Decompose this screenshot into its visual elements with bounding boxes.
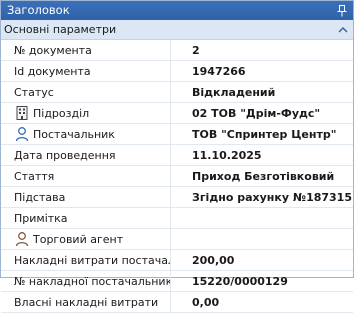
property-label: Накладні витрати постачаль... [1, 250, 171, 270]
property-label: Торговий агент [33, 232, 124, 246]
property-row-note[interactable]: Примітка [1, 208, 353, 229]
property-row-supplier-invoice-number[interactable]: № накладної постачальника 15220/0000129 [1, 271, 353, 292]
property-label: Постачальник [33, 127, 115, 141]
property-label: Дата проведення [1, 145, 171, 165]
property-row-status[interactable]: Статус Відкладений [1, 82, 353, 103]
property-row-article[interactable]: Стаття Приход Безготівковий [1, 166, 353, 187]
property-label: Примітка [1, 208, 171, 228]
property-value[interactable]: 11.10.2025 [171, 145, 353, 165]
property-value[interactable]: 0,00 [171, 292, 353, 312]
panel-titlebar: Заголовок [1, 1, 353, 20]
panel-title: Заголовок [7, 3, 70, 17]
properties-panel: Заголовок Основні параметри № документа … [0, 0, 354, 313]
property-label: Підстава [1, 187, 171, 207]
building-icon [16, 106, 28, 120]
property-value[interactable]: Приход Безготівковий [171, 166, 353, 186]
property-row-doc-id[interactable]: Id документа 1947266 [1, 61, 353, 82]
pin-icon[interactable] [335, 1, 349, 20]
person-icon [15, 127, 29, 142]
property-label: Підрозділ [33, 106, 90, 120]
property-row-sales-agent[interactable]: Торговий агент [1, 229, 353, 250]
property-value[interactable] [171, 229, 353, 249]
person-icon [15, 232, 29, 247]
property-label: Id документа [1, 61, 171, 81]
property-value[interactable]: 2 [171, 40, 353, 60]
property-label: № накладної постачальника [1, 271, 171, 291]
property-row-supplier-overhead[interactable]: Накладні витрати постачаль... 200,00 [1, 250, 353, 271]
property-label-with-icon: Торговий агент [1, 229, 171, 249]
property-value[interactable]: 1947266 [171, 61, 353, 81]
property-label-with-icon: Підрозділ [1, 103, 171, 123]
property-row-department[interactable]: Підрозділ 02 ТОВ "Дрім-Фудс" [1, 103, 353, 124]
property-row-supplier[interactable]: Постачальник ТОВ "Спринтер Центр" [1, 124, 353, 145]
property-row-basis[interactable]: Підстава Згідно рахунку №18731512 [1, 187, 353, 208]
property-value[interactable]: 200,00 [171, 250, 353, 270]
property-value[interactable]: ТОВ "Спринтер Центр" [171, 124, 353, 144]
property-value[interactable]: Відкладений [171, 82, 353, 102]
property-value[interactable]: 02 ТОВ "Дрім-Фудс" [171, 103, 353, 123]
property-value[interactable]: Згідно рахунку №18731512 [171, 187, 353, 207]
property-row-own-overhead[interactable]: Власні накладні витрати 0,00 [1, 292, 353, 313]
property-label: Статус [1, 82, 171, 102]
property-label: № документа [1, 40, 171, 60]
section-title: Основні параметри [4, 23, 117, 36]
property-row-posting-date[interactable]: Дата проведення 11.10.2025 [1, 145, 353, 166]
property-value[interactable] [171, 208, 353, 228]
property-label: Власні накладні витрати [1, 292, 171, 312]
property-label: Стаття [1, 166, 171, 186]
property-row-doc-number[interactable]: № документа 2 [1, 40, 353, 61]
section-header-main-params[interactable]: Основні параметри [1, 20, 353, 40]
collapse-chevron-icon[interactable] [336, 20, 350, 39]
property-value[interactable]: 15220/0000129 [171, 271, 353, 291]
property-label-with-icon: Постачальник [1, 124, 171, 144]
